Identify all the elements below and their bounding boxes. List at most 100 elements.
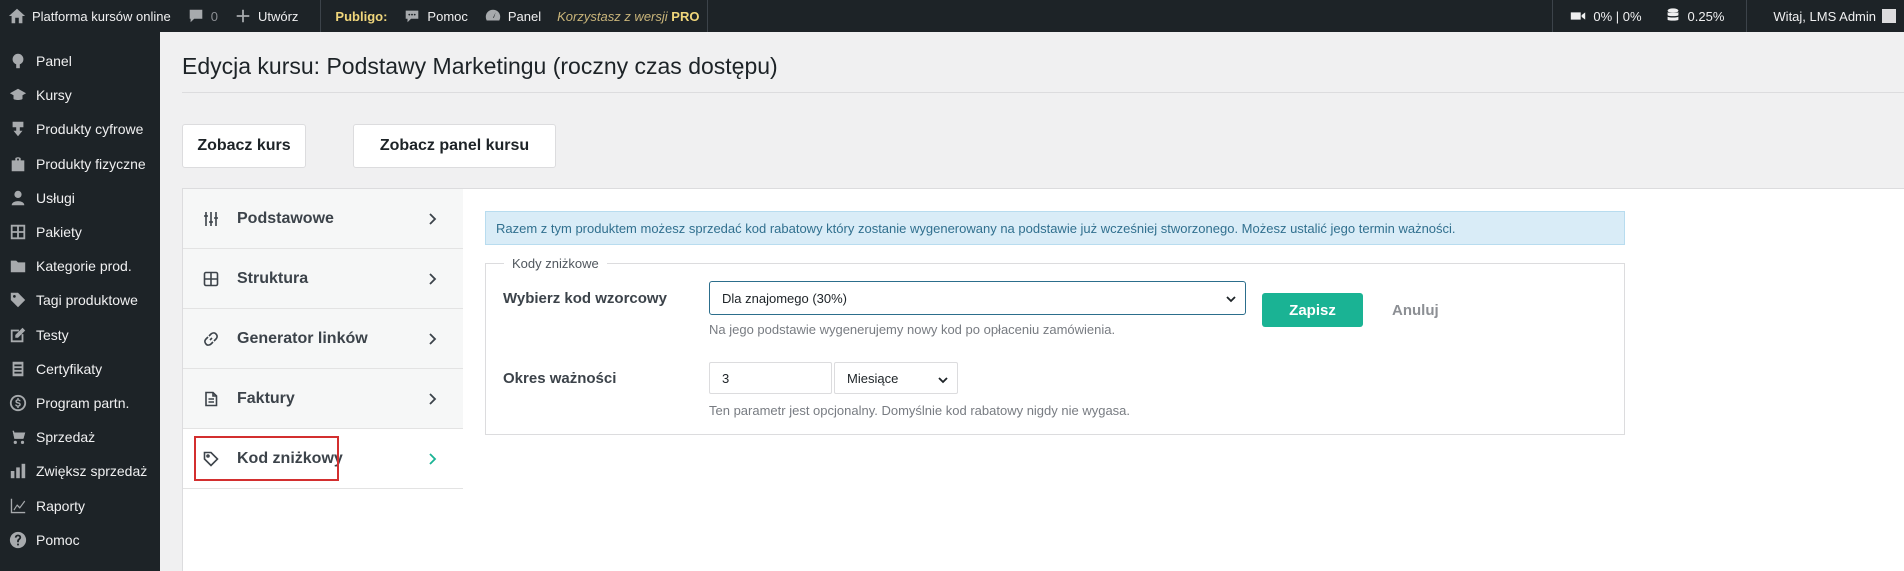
sidebar-item-kursy[interactable]: Kursy — [0, 78, 160, 112]
sliders-icon — [203, 211, 219, 227]
services-icon — [11, 190, 25, 206]
sidebar-item-uslugi[interactable]: Usługi — [0, 181, 160, 215]
discount-codes-fieldset: Kody zniżkowe Wybierz kod wzorcowy Dla z… — [485, 256, 1625, 435]
download-icon — [12, 122, 24, 137]
video-stats-value: 0% | 0% — [1593, 8, 1642, 24]
page-title: Edycja kursu: Podstawy Marketingu (roczn… — [182, 53, 778, 79]
tab-label: Generator linków — [237, 329, 368, 347]
sidebar-item-label: Pomoc — [36, 531, 80, 548]
tab-faktury[interactable]: Faktury — [183, 369, 463, 429]
sidebar-item-label: Kursy — [36, 87, 72, 104]
sidebar-item-sprzedaz[interactable]: Sprzedaż — [0, 420, 160, 454]
admin-bar: Platforma kursów online 0 Utwórz Publigo… — [0, 0, 1904, 32]
sidebar-item-kategorie[interactable]: Kategorie prod. — [0, 249, 160, 283]
dashboard-icon — [12, 53, 24, 69]
site-name-link[interactable]: Platforma kursów online — [0, 0, 179, 32]
sidebar-item-label: Raporty — [36, 497, 86, 514]
sidebar-item-label: Sprzedaż — [36, 429, 96, 446]
gauge-icon — [485, 9, 501, 21]
cancel-button[interactable]: Anuluj — [1392, 293, 1439, 327]
chevron-right-icon — [425, 452, 439, 466]
info-notice: Razem z tym produktem możesz sprzedać ko… — [485, 211, 1625, 245]
validity-unit-select[interactable]: Miesiące — [834, 362, 958, 394]
sidebar-item-label: Panel — [36, 53, 72, 70]
comments-link[interactable]: 0 — [179, 0, 226, 32]
fieldset-legend: Kody zniżkowe — [504, 256, 607, 271]
structure-icon — [203, 271, 219, 287]
course-edit-panel: Podstawowe Struktura Generator linków Fa… — [182, 188, 1904, 571]
main-content: Edycja kursu: Podstawy Marketingu (roczn… — [160, 32, 1904, 571]
template-code-select[interactable]: Dla znajomego (30%) — [709, 281, 1246, 315]
sidebar-item-label: Produkty cyfrowe — [36, 121, 144, 138]
help-label: Pomoc — [427, 8, 468, 24]
sidebar-item-pomoc[interactable]: Pomoc — [0, 523, 160, 557]
template-code-label: Wybierz kod wzorcowy — [503, 290, 667, 307]
sidebar-item-pakiety[interactable]: Pakiety — [0, 215, 160, 249]
db-stats[interactable]: 0.25% — [1650, 0, 1733, 32]
version-info: Korzystasz z wersji PRO — [549, 0, 707, 32]
chart-bars-icon — [10, 464, 26, 479]
sidebar-item-label: Tagi produktowe — [36, 292, 138, 309]
validity-period-input[interactable]: 3 — [709, 362, 832, 394]
chevron-down-icon — [1225, 293, 1237, 305]
validity-period-label: Okres ważności — [503, 370, 617, 387]
tag-icon — [203, 451, 219, 467]
chevron-right-icon — [425, 392, 439, 406]
invoice-icon — [203, 391, 219, 407]
comment-icon — [189, 9, 203, 23]
sidebar-item-label: Kategorie prod. — [36, 258, 132, 275]
chart-line-icon — [10, 498, 26, 513]
sidebar-item-panel[interactable]: Panel — [0, 44, 160, 78]
video-camera-icon — [1571, 12, 1586, 20]
settings-tabs: Podstawowe Struktura Generator linków Fa… — [183, 189, 463, 489]
document-icon — [12, 361, 24, 376]
view-course-button[interactable]: Zobacz kurs — [182, 124, 306, 168]
new-content-label: Utwórz — [257, 8, 299, 24]
account-menu[interactable]: Witaj, LMS Admin — [1747, 0, 1904, 32]
courses-icon — [9, 88, 27, 101]
sidebar-item-produkty-fizyczne[interactable]: Produkty fizyczne — [0, 147, 160, 181]
tab-podstawowe[interactable]: Podstawowe — [183, 189, 463, 249]
new-content-link[interactable]: Utwórz — [226, 0, 306, 32]
site-name-label: Platforma kursów online — [32, 8, 171, 24]
sidebar-item-label: Zwiększ sprzedaż — [36, 463, 148, 480]
home-icon — [8, 8, 26, 24]
sidebar-item-tagi[interactable]: Tagi produktowe — [0, 283, 160, 317]
bag-icon — [11, 156, 25, 171]
tab-label: Podstawowe — [237, 209, 334, 227]
help-link[interactable]: Pomoc — [395, 0, 475, 32]
sidebar-item-certyfikaty[interactable]: Certyfikaty — [0, 352, 160, 386]
video-stats[interactable]: 0% | 0% — [1553, 0, 1649, 32]
tab-generator-linkow[interactable]: Generator linków — [183, 309, 463, 369]
panel-link[interactable]: Panel — [476, 0, 549, 32]
sidebar-item-produkty-cyfrowe[interactable]: Produkty cyfrowe — [0, 112, 160, 146]
discount-code-pane: Razem z tym produktem możesz sprzedać ko… — [463, 189, 1904, 571]
validity-period-hint: Ten parametr jest opcjonalny. Domyślnie … — [709, 403, 1131, 418]
sidebar-item-zwieksz-sprzedaz[interactable]: Zwiększ sprzedaż — [0, 454, 160, 488]
greeting-label: Witaj, LMS Admin — [1773, 8, 1876, 24]
cart-icon — [9, 430, 26, 445]
sidebar-item-label: Testy — [36, 326, 69, 343]
sidebar-item-label: Produkty fizyczne — [36, 155, 146, 172]
sidebar-item-label: Pakiety — [36, 224, 82, 241]
tab-kod-znizkowy[interactable]: Kod zniżkowy — [183, 429, 463, 489]
help-icon — [9, 531, 27, 548]
publigo-text: Publigo: — [335, 8, 388, 24]
link-icon — [203, 331, 219, 347]
database-icon — [1667, 8, 1678, 21]
sidebar-item-program-partnerski[interactable]: Program partn. — [0, 386, 160, 420]
save-button[interactable]: Zapisz — [1262, 293, 1363, 327]
sidebar-item-label: Usługi — [36, 189, 75, 206]
view-course-panel-button[interactable]: Zobacz panel kursu — [353, 124, 556, 168]
folder-icon — [10, 260, 26, 273]
comments-count: 0 — [210, 8, 218, 24]
tab-label: Kod zniżkowy — [237, 449, 343, 467]
publigo-label: Publigo: — [321, 0, 395, 32]
sidebar-item-raporty[interactable]: Raporty — [0, 488, 160, 522]
sidebar-item-testy[interactable]: Testy — [0, 318, 160, 352]
tab-struktura[interactable]: Struktura — [183, 249, 463, 309]
db-stats-value: 0.25% — [1687, 8, 1725, 24]
divider — [182, 92, 1904, 93]
grid-icon — [10, 224, 26, 240]
sidebar-item-label: Certyfikaty — [36, 360, 103, 377]
